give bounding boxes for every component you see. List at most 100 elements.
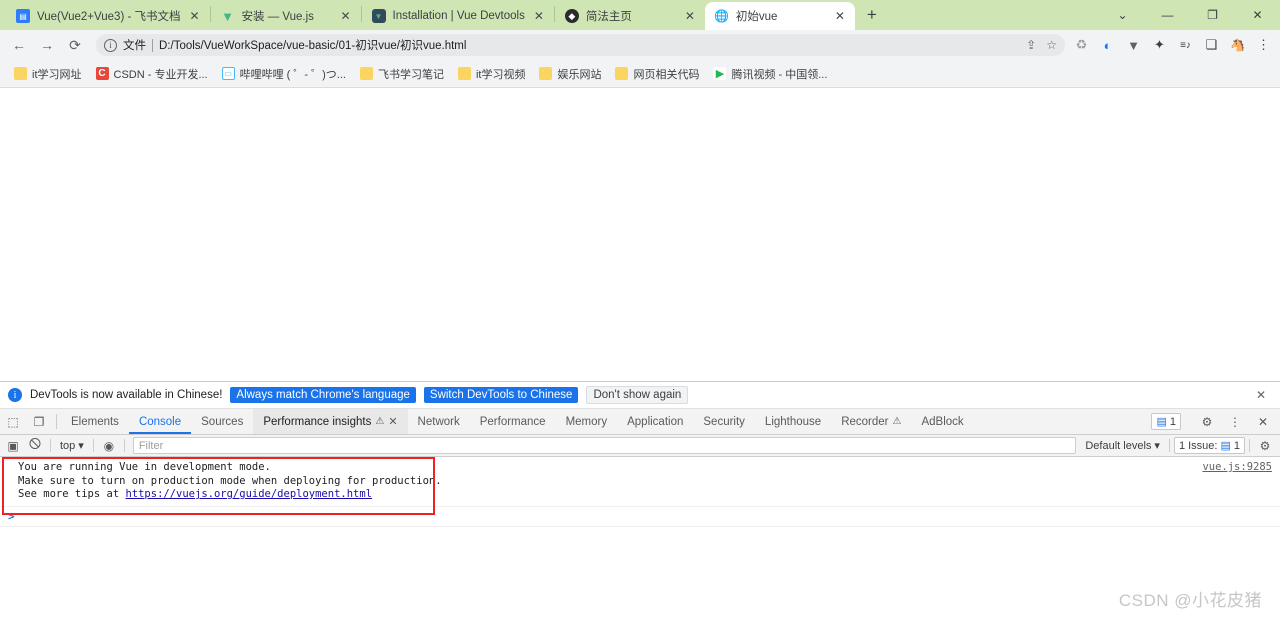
csdn-icon: C: [95, 67, 109, 80]
browser-tab-3[interactable]: ▼ Installation | Vue Devtools ✕: [362, 2, 554, 30]
reload-icon[interactable]: ⟳: [62, 32, 88, 58]
tab-console[interactable]: Console: [129, 409, 191, 434]
close-notice-icon[interactable]: ✕: [1250, 388, 1272, 402]
tab-search-icon[interactable]: ⌄: [1100, 0, 1145, 30]
tab-sources[interactable]: Sources: [191, 409, 253, 434]
deployment-docs-link[interactable]: https://vuejs.org/guide/deployment.html: [125, 488, 372, 500]
execution-context-selector[interactable]: top ▾: [55, 439, 89, 453]
devtools-more-icon[interactable]: ⋮: [1222, 415, 1248, 429]
console-input-prompt[interactable]: >: [0, 507, 1280, 527]
browser-tab-4[interactable]: ◆ 简法主页 ✕: [555, 2, 705, 30]
issues-badge[interactable]: 1 Issue: ▤ 1: [1173, 437, 1245, 454]
maximize-button[interactable]: ❐: [1190, 0, 1235, 30]
bookmark-item[interactable]: it学习视频: [452, 63, 532, 85]
bookmark-item[interactable]: 娱乐网站: [533, 63, 607, 85]
forward-icon[interactable]: →: [34, 32, 60, 58]
tab-close-icon[interactable]: ✕: [532, 9, 546, 23]
bookmark-item[interactable]: 飞书学习笔记: [354, 63, 450, 85]
bookmark-item[interactable]: ▭ 哔哩哔哩 ( ゜- ゜)つ...: [216, 63, 352, 85]
globe-icon: 🌐: [714, 9, 730, 23]
console-sidebar-toggle-icon[interactable]: ▣: [2, 436, 24, 456]
browser-window: ▤ Vue(Vue2+Vue3) - 飞书文档 ✕ ▼ 安装 — Vue.js …: [0, 0, 1280, 621]
folder-icon: [539, 67, 553, 80]
opera-extension-icon[interactable]: ◐: [1099, 37, 1116, 54]
folder-icon: [359, 67, 373, 80]
new-tab-button[interactable]: +: [859, 2, 885, 28]
profile-avatar-icon[interactable]: 🐴: [1229, 37, 1246, 54]
devtools-tab-bar: ⬚ ❐ Elements Console Sources Performance…: [0, 409, 1280, 435]
devtools-settings-icon[interactable]: ⚙: [1194, 415, 1220, 429]
browser-tab-1[interactable]: ▤ Vue(Vue2+Vue3) - 飞书文档 ✕: [6, 2, 210, 30]
tab-recorder[interactable]: Recorder ⚠: [831, 409, 911, 434]
issues-label: 1 Issue:: [1178, 439, 1218, 452]
folder-icon: [14, 67, 27, 80]
notice-text: DevTools is now available in Chinese!: [30, 389, 223, 401]
tab-network[interactable]: Network: [408, 409, 470, 434]
message-count-badge[interactable]: ▤ 1: [1151, 413, 1181, 430]
chrome-menu-icon[interactable]: ⋮: [1255, 37, 1272, 54]
tab-title: 安装 — Vue.js: [241, 11, 314, 23]
bookmark-label: CSDN - 专业开发...: [113, 68, 208, 81]
tab-lighthouse[interactable]: Lighthouse: [755, 409, 831, 434]
tab-performance[interactable]: Performance: [470, 409, 556, 434]
console-message[interactable]: You are running Vue in development mode.…: [0, 457, 1280, 507]
tab-security[interactable]: Security: [693, 409, 755, 434]
browser-tab-2[interactable]: ▼ 安装 — Vue.js ✕: [211, 2, 361, 30]
device-toolbar-icon[interactable]: ❐: [26, 409, 52, 434]
tab-performance-insights[interactable]: Performance insights ⚠ ✕: [253, 409, 408, 434]
omnibox-actions: ⇪ ☆: [1018, 38, 1057, 52]
tab-close-icon[interactable]: ✕: [188, 9, 202, 23]
experimental-warning-icon: ⚠: [375, 416, 385, 427]
puzzle-extensions-icon[interactable]: ✦: [1151, 37, 1168, 54]
bookmarks-bar: it学习网址 C CSDN - 专业开发... ▭ 哔哩哔哩 ( ゜- ゜)つ.…: [0, 60, 1280, 88]
side-panel-icon[interactable]: ❏: [1203, 37, 1220, 54]
tab-application[interactable]: Application: [617, 409, 693, 434]
back-icon[interactable]: ←: [6, 32, 32, 58]
reading-list-icon[interactable]: ≡♪: [1177, 37, 1194, 54]
tab-close-icon[interactable]: ✕: [388, 415, 397, 428]
tab-close-icon[interactable]: ✕: [683, 9, 697, 23]
site-info-icon[interactable]: i: [104, 38, 117, 52]
url-text[interactable]: D:/Tools/VueWorkSpace/vue-basic/01-初识vue…: [159, 37, 466, 53]
switch-to-chinese-button[interactable]: Switch DevTools to Chinese: [423, 387, 579, 403]
tab-adblock[interactable]: AdBlock: [911, 409, 973, 434]
devtools-close-icon[interactable]: ✕: [1250, 415, 1276, 429]
tab-elements[interactable]: Elements: [61, 409, 129, 434]
clear-console-icon[interactable]: 🛇: [24, 436, 46, 456]
tab-label: Network: [417, 415, 460, 428]
minimize-button[interactable]: —: [1145, 0, 1190, 30]
bookmark-item[interactable]: 网页相关代码: [609, 63, 705, 85]
devtools-tabbar-actions: ▤ 1 ⚙ ⋮ ✕: [1151, 409, 1280, 434]
inspect-element-icon[interactable]: ⬚: [0, 409, 26, 434]
console-output[interactable]: You are running Vue in development mode.…: [0, 457, 1280, 620]
vue-devtools-extension-icon[interactable]: ▼: [1125, 37, 1142, 54]
vue-logo-icon: ▼: [221, 8, 234, 24]
log-level-selector[interactable]: Default levels ▾: [1080, 439, 1165, 453]
tab-label: Sources: [201, 415, 244, 428]
console-filter-input[interactable]: Filter: [132, 437, 1077, 454]
prompt-caret-icon: >: [8, 509, 15, 523]
tab-label: Security: [703, 415, 745, 428]
dont-show-again-button[interactable]: Don't show again: [586, 386, 689, 404]
issues-count: 1: [1233, 439, 1240, 452]
extension-icons: ♻ ◐ ▼ ✦ ≡♪ ❏ 🐴 ⋮: [1073, 37, 1274, 54]
bookmark-star-icon[interactable]: ☆: [1046, 38, 1057, 52]
tab-close-icon[interactable]: ✕: [339, 9, 353, 23]
address-bar[interactable]: i 文件 D:/Tools/VueWorkSpace/vue-basic/01-…: [96, 34, 1065, 56]
toolbar-divider: [1168, 439, 1170, 452]
console-settings-icon[interactable]: ⚙: [1254, 436, 1276, 456]
recycle-extension-icon[interactable]: ♻: [1073, 37, 1090, 54]
tab-memory[interactable]: Memory: [556, 409, 618, 434]
context-label: top: [60, 439, 76, 452]
bookmark-item[interactable]: C CSDN - 专业开发...: [90, 63, 214, 85]
source-location-link[interactable]: vue.js:9285: [1202, 461, 1272, 475]
live-expression-eye-icon[interactable]: ◉: [98, 436, 120, 456]
tab-close-icon[interactable]: ✕: [833, 9, 847, 23]
always-match-language-button[interactable]: Always match Chrome's language: [230, 387, 416, 403]
bookmark-item[interactable]: it学习网址: [8, 63, 88, 85]
browser-tab-5-active[interactable]: 🌐 初始vue ✕: [704, 2, 855, 30]
close-window-button[interactable]: ✕: [1235, 0, 1280, 30]
share-icon[interactable]: ⇪: [1026, 38, 1036, 52]
bookmark-item[interactable]: ▶ 腾讯视频 - 中国领...: [707, 63, 833, 85]
console-message-line: Make sure to turn on production mode whe…: [18, 474, 442, 487]
